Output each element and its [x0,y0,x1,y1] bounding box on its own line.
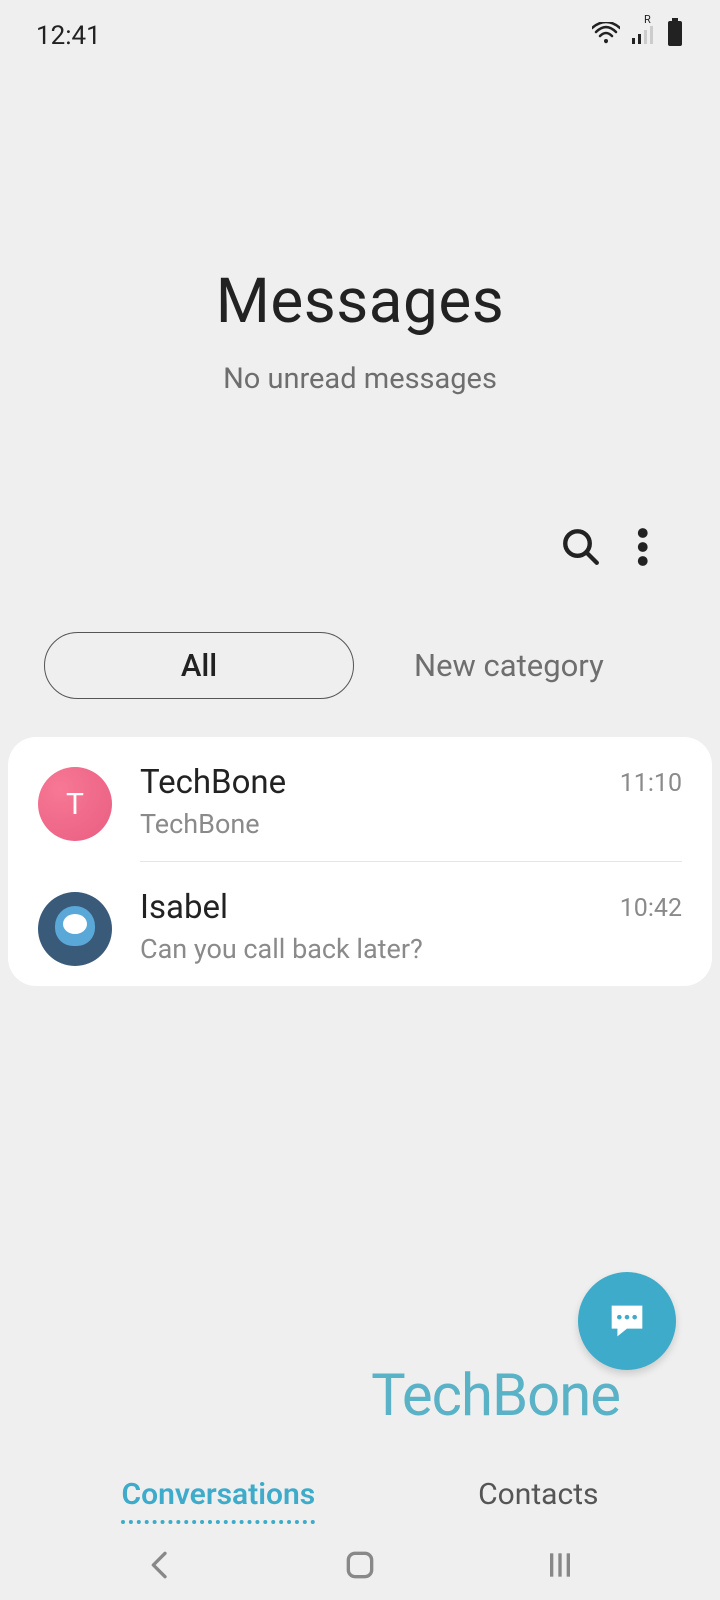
avatar-image [38,892,112,966]
page-subtitle: No unread messages [0,362,720,396]
more-options-button[interactable] [634,526,676,572]
square-icon [340,1545,380,1585]
avatar-letter: T [66,787,84,822]
status-icons: R [592,18,684,53]
battery-icon [666,18,684,53]
tab-new-category-label: New category [414,647,604,684]
header-section: Messages No unread messages [0,65,720,436]
search-icon [560,526,602,568]
conversation-content: TechBone TechBone [140,763,592,840]
conversation-item[interactable]: T TechBone TechBone 11:10 [8,737,712,861]
page-title: Messages [0,265,720,338]
conversation-time: 11:10 [620,769,682,798]
category-tabs: All New category [0,572,720,729]
conversation-name: TechBone [140,763,592,802]
tab-contacts[interactable]: Contacts [478,1465,598,1524]
search-button[interactable] [560,526,602,572]
nav-recents-button[interactable] [540,1545,580,1589]
status-bar: 12:41 R [0,0,720,65]
conversation-time: 10:42 [620,894,682,923]
toolbar [0,436,720,572]
conversation-item[interactable]: Isabel Can you call back later? 10:42 [8,862,712,986]
tab-conversations-label: Conversations [121,1477,315,1512]
avatar [38,892,112,966]
watermark: TechBone [371,1362,620,1430]
conversation-name: Isabel [140,888,592,927]
nav-home-button[interactable] [340,1545,380,1589]
chevron-left-icon [140,1545,180,1585]
compose-icon [604,1298,650,1344]
conversation-list: T TechBone TechBone 11:10 Isabel Can you… [8,737,712,986]
tab-all[interactable]: All [44,632,354,699]
tab-new-category[interactable]: New category [414,647,604,684]
navigation-bar [0,1534,720,1600]
avatar: T [38,767,112,841]
conversation-content: Isabel Can you call back later? [140,888,592,965]
compose-fab[interactable] [578,1272,676,1370]
menu-vertical-icon [540,1545,580,1585]
bottom-tabs: Conversations Contacts [0,1465,720,1524]
tab-contacts-label: Contacts [478,1477,598,1512]
wifi-icon [592,21,620,51]
nav-back-button[interactable] [140,1545,180,1589]
conversation-preview: Can you call back later? [140,933,592,965]
tab-all-label: All [181,647,217,684]
status-time: 12:41 [36,21,101,51]
more-vertical-icon [634,526,676,568]
tab-conversations[interactable]: Conversations [121,1465,315,1524]
conversation-preview: TechBone [140,808,592,840]
signal-icon: R [630,21,656,51]
